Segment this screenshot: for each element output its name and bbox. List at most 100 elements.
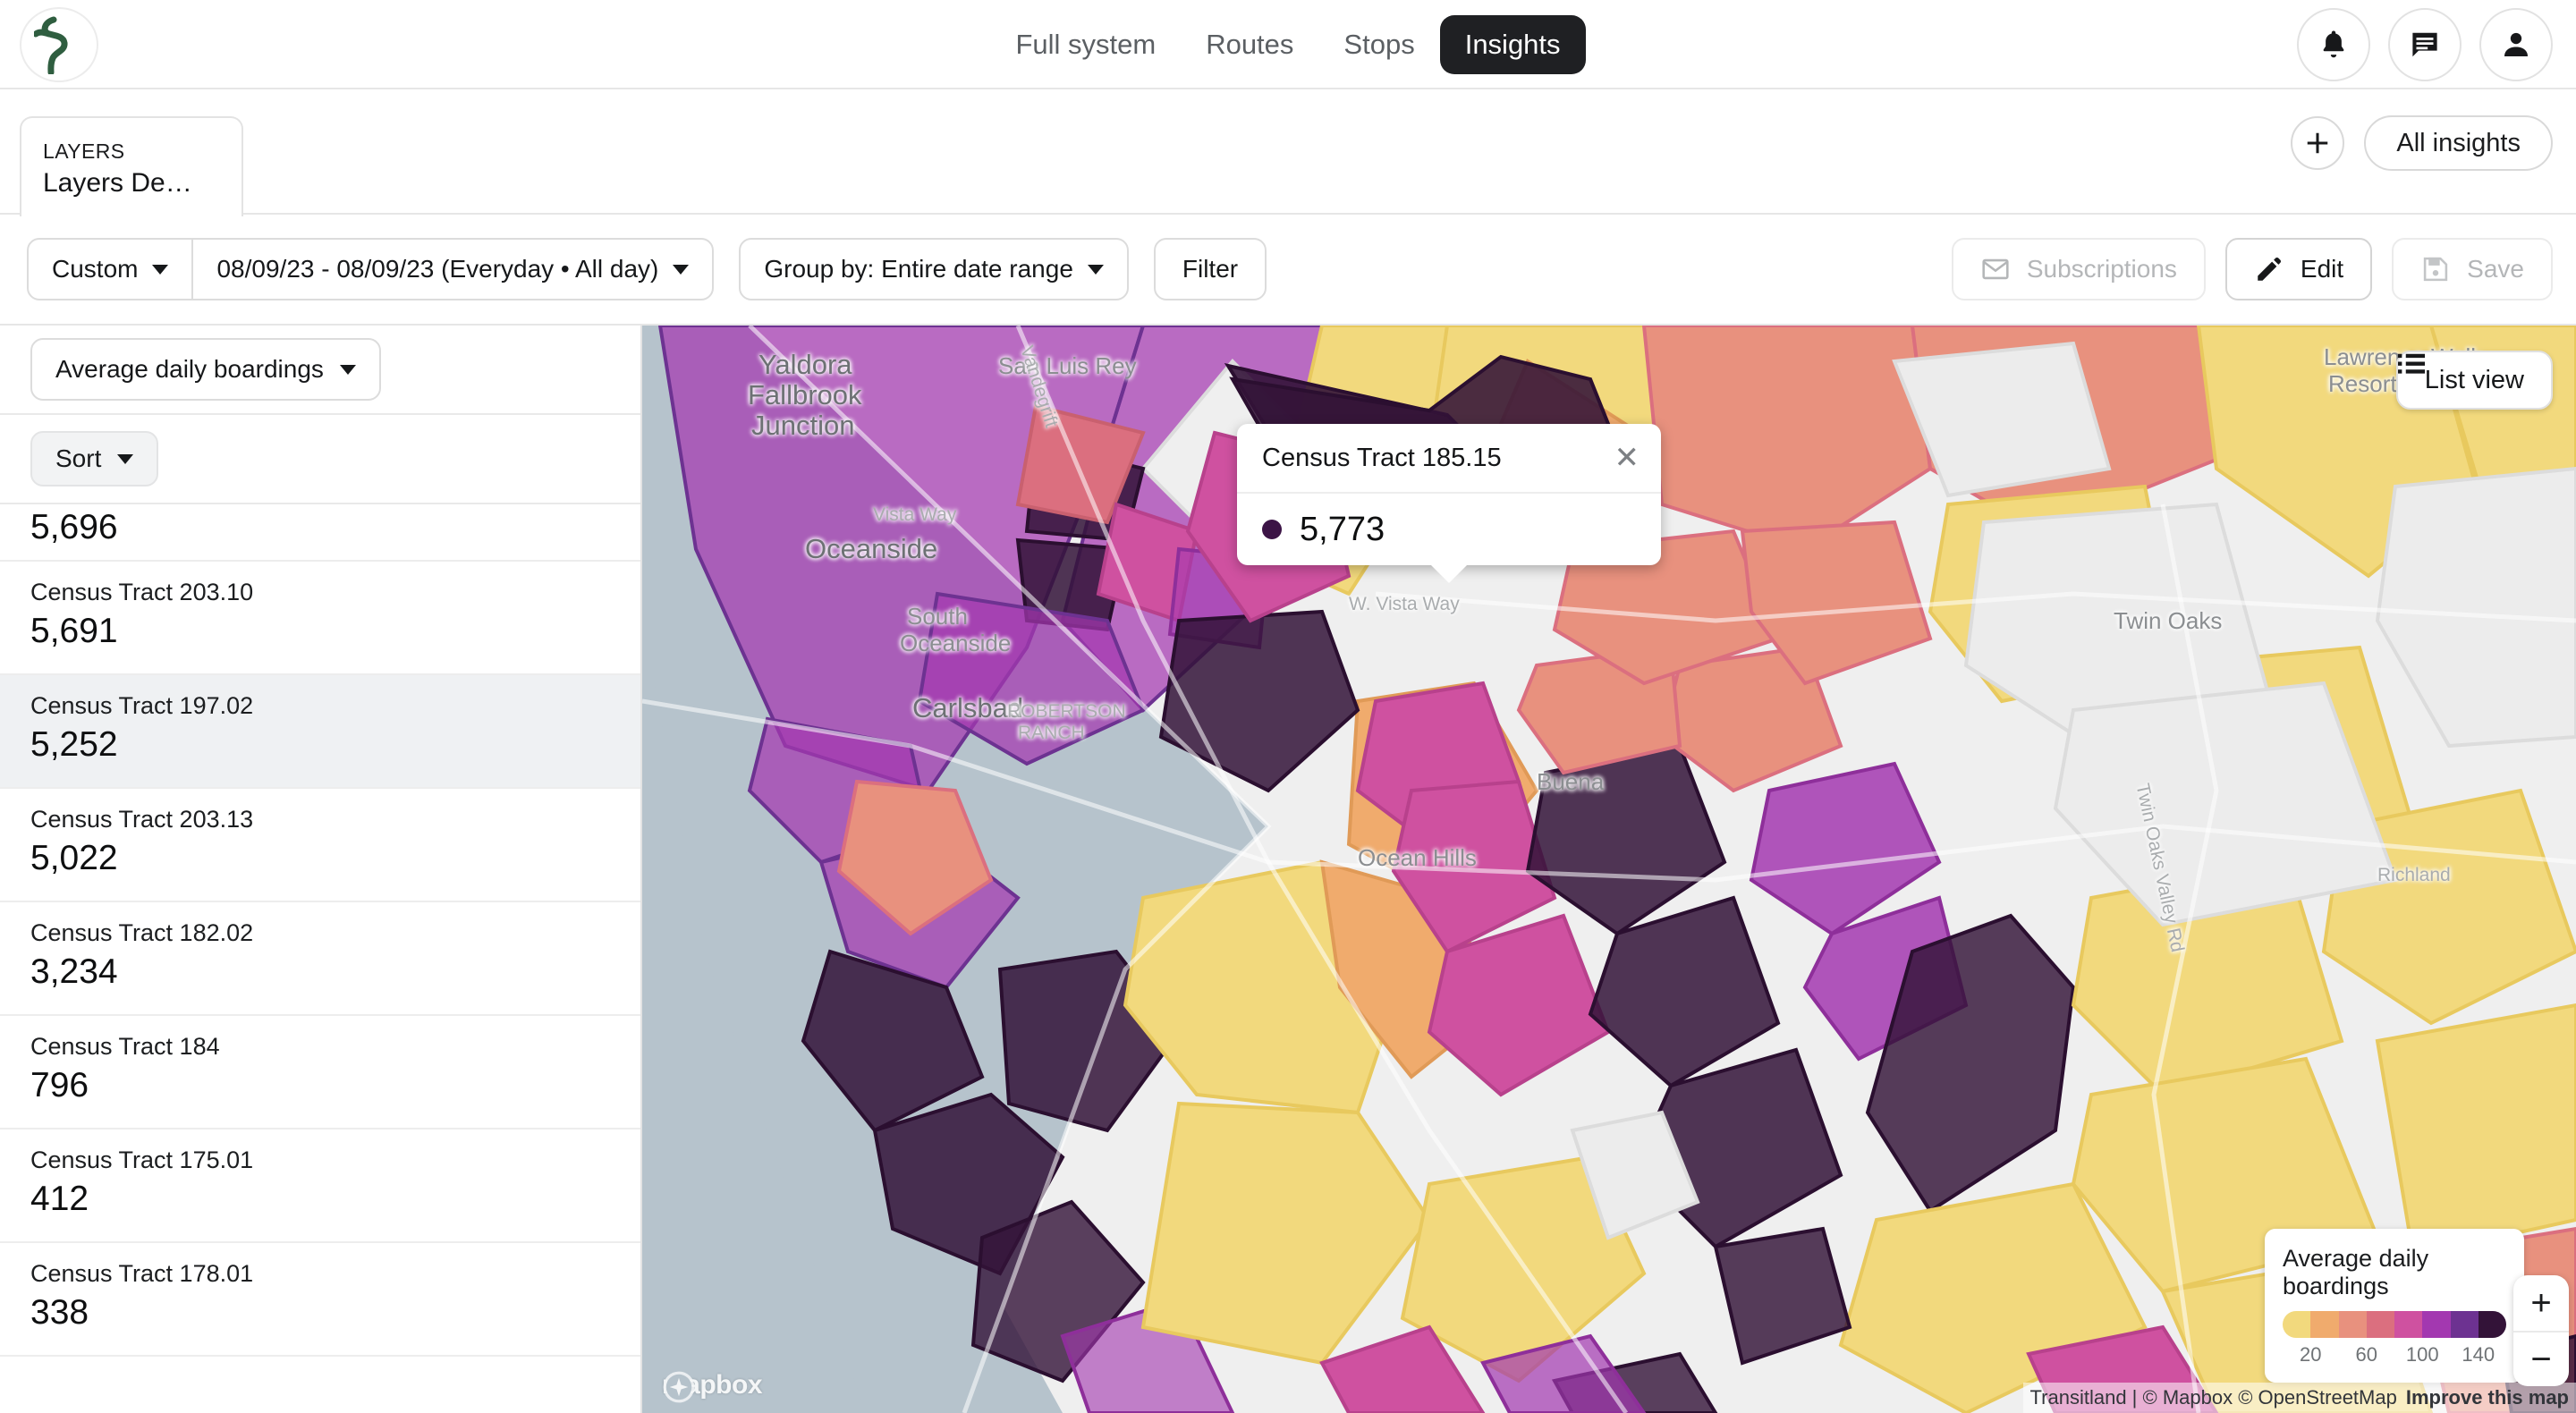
list-item[interactable]: Census Tract 175.01 412 [0,1130,640,1243]
filter-actions: Subscriptions Edit Save [1951,238,2553,300]
account-button[interactable] [2479,8,2553,81]
nav-item-stops[interactable]: Stops [1318,15,1439,74]
group-by-label: Group by: Entire date range [764,255,1073,283]
nav-actions [2297,8,2553,81]
legend-title: Average daily boardings [2283,1245,2429,1299]
group-by-dropdown[interactable]: Group by: Entire date range [739,238,1129,300]
list-item[interactable]: Census Tract 203.10 5,691 [0,562,640,675]
legend-swatch [2310,1311,2339,1338]
legend-tick: 140 [2462,1343,2496,1366]
sort-label: Sort [55,444,102,472]
zoom-in-button[interactable]: + [2513,1275,2569,1331]
popup-pointer [1429,563,1469,583]
tract-popup: Census Tract 185.15 ✕ 5,773 [1237,424,1661,583]
save-disk-icon [2423,257,2448,282]
list-item[interactable]: Census Tract 197.02 5,252 [0,675,640,789]
notifications-button[interactable] [2297,8,2370,81]
list-item-value: 796 [30,1066,89,1105]
sort-button[interactable]: Sort [30,431,159,487]
subscriptions-button[interactable]: Subscriptions [1951,238,2206,300]
legend-swatch [2394,1311,2423,1338]
tract-list: 5,696 Census Tract 203.10 5,691 Census T… [0,503,640,1357]
list-item-label: Census Tract 182.02 [30,919,254,946]
list-item-value: 412 [30,1180,89,1219]
close-icon[interactable]: ✕ [1614,443,1640,473]
legend-swatch [2478,1311,2506,1338]
popup-body: 5,773 [1237,494,1661,565]
person-icon [2504,32,2528,56]
list-item-value: 5,696 [30,508,118,546]
metric-dropdown[interactable]: Average daily boardings [30,338,381,401]
range-preset-dropdown[interactable]: Custom [29,240,191,299]
attribution-text: Transitland | © Mapbox © OpenStreetMap [2029,1386,2397,1409]
nav-item-routes[interactable]: Routes [1181,15,1318,74]
envelope-icon [1982,258,2009,280]
list-view-button[interactable]: List view [2395,351,2553,410]
chevron-down-icon [152,264,169,275]
layer-tab[interactable]: LAYERS Layers De… [20,116,243,216]
list-item[interactable]: Census Tract 184 796 [0,1016,640,1130]
list-item-label: Census Tract 178.01 [30,1260,254,1287]
list-item-label: Census Tract 175.01 [30,1146,254,1173]
metric-selector-row: Average daily boardings [0,326,640,413]
pencil-icon [2258,257,2281,281]
top-navigation-bar: Full system Routes Stops Insights [0,0,2576,89]
popup-value: 5,773 [1300,510,1385,548]
chevron-down-icon [673,264,690,275]
sort-row: Sort [0,413,640,503]
legend-swatch [2366,1311,2394,1338]
legend-swatch [2422,1311,2451,1338]
date-range-label: 08/09/23 - 08/09/23 (Everyday • All day) [216,255,659,283]
messages-button[interactable] [2388,8,2462,81]
list-item-value: 5,022 [30,839,118,878]
filter-toolbar: Custom 08/09/23 - 08/09/23 (Everyday • A… [0,215,2576,326]
range-preset-label: Custom [52,255,139,283]
chevron-down-icon [117,453,134,464]
add-insight-button[interactable] [2291,116,2345,170]
list-item-label: Census Tract 203.10 [30,579,254,605]
list-item-label: Census Tract 203.13 [30,806,254,833]
list-item-label: Census Tract 197.02 [30,692,254,719]
legend-swatch [2450,1311,2479,1338]
bell-icon [2323,30,2344,58]
list-item[interactable]: Census Tract 182.02 3,234 [0,902,640,1016]
nav-item-insights[interactable]: Insights [1439,15,1586,74]
date-range-dropdown[interactable]: 08/09/23 - 08/09/23 (Everyday • All day) [191,240,712,299]
list-item[interactable]: Census Tract 203.13 5,022 [0,789,640,902]
choropleth-map[interactable]: Yaldora Fallbrook Junction San Luis Rey … [642,326,2576,1413]
list-item[interactable]: Census Tract 178.01 338 [0,1243,640,1357]
tabbar-actions: All insights [2291,115,2553,171]
chevron-down-icon [1087,264,1104,275]
insights-page: Full system Routes Stops Insights LAYERS… [0,0,2576,1413]
legend-tick: 60 [2355,1343,2377,1366]
insights-sidebar: Average daily boardings Sort 5,696 Censu… [0,326,642,1413]
list-item-value: 5,252 [30,725,118,765]
nav-item-full-system[interactable]: Full system [990,15,1181,74]
legend-swatch [2338,1311,2367,1338]
legend-color-scale [2283,1311,2506,1338]
list-icon [2397,353,2425,374]
popup-title: Census Tract 185.15 [1262,443,1502,472]
metric-label: Average daily boardings [55,355,324,383]
save-label: Save [2467,255,2524,283]
zoom-out-button[interactable]: − [2513,1331,2569,1386]
map-zoom-controls: + − [2513,1275,2569,1386]
layers-tab-bar: LAYERS Layers De… All insights [0,89,2576,216]
chat-icon [2412,32,2437,57]
legend-ticks: 20 60 100 140 [2283,1343,2506,1374]
mapbox-logo[interactable]: mapbox [662,1370,763,1403]
edit-button[interactable]: Edit [2224,238,2373,300]
plus-icon [2308,132,2328,154]
list-item[interactable]: 5,696 [0,506,640,562]
subscriptions-label: Subscriptions [2026,255,2177,283]
chevron-down-icon [339,364,356,375]
all-insights-button[interactable]: All insights [2364,115,2553,171]
save-button[interactable]: Save [2392,238,2553,300]
map-legend: Average daily boardings 20 60 100 140 [2265,1229,2524,1383]
mapbox-mark-icon [663,1371,695,1403]
map-attribution: Transitland | © Mapbox © OpenStreetMap I… [2022,1383,2576,1413]
improve-map-link[interactable]: Improve this map [2406,1386,2569,1409]
primary-nav: Full system Routes Stops Insights [0,0,2576,89]
filter-button[interactable]: Filter [1153,238,1267,300]
layer-tab-title: Layers De… [43,168,192,199]
